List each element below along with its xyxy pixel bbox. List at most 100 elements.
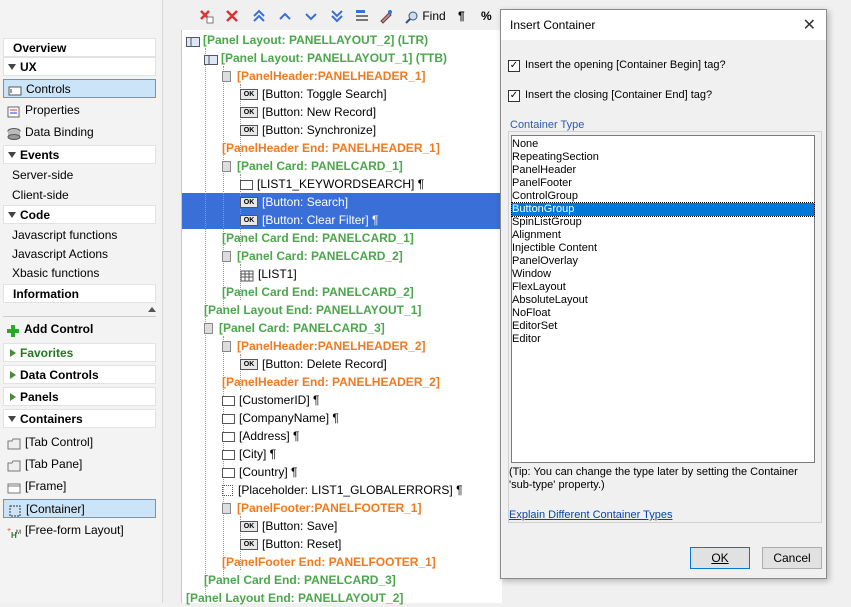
sidebar-item-server-side[interactable]: Server-side [3,166,156,185]
layout-tree[interactable]: [Panel Layout: PANELLAYOUT_2] (LTR) [Pane… [181,30,502,605]
container-type-option[interactable]: SpinListGroup [512,216,814,229]
tree-row[interactable]: [City] ¶ [222,445,276,463]
tree-row[interactable]: [Panel Card: PANELCARD_3] [204,319,385,337]
sidebar-item-client-side[interactable]: Client-side [3,186,156,205]
move-top-icon[interactable] [252,8,266,24]
container-type-option[interactable]: ControlGroup [512,190,814,203]
percent-button[interactable]: % [481,8,492,24]
cancel-button[interactable]: Cancel [762,547,822,569]
container-type-option[interactable]: PanelOverlay [512,255,814,268]
container-type-option[interactable]: EditorSet [512,320,814,333]
container-type-option[interactable]: Window [512,268,814,281]
sidebar-item-js-actions[interactable]: Javascript Actions [3,245,156,264]
tree-row[interactable]: [PanelHeader:PANELHEADER_1] [222,67,426,85]
edit-icon[interactable] [378,8,394,24]
container-type-option[interactable]: Editor [512,333,814,346]
section-events[interactable]: Events [3,145,156,164]
sidebar-item-properties[interactable]: Properties [3,101,156,120]
container-type-option[interactable]: None [512,138,814,151]
close-icon[interactable]: ✕ [803,15,816,35]
scroll-up-icon[interactable] [148,307,156,312]
find-button[interactable]: Find [405,8,446,24]
sidebar-item-js-functions[interactable]: Javascript functions [3,226,156,245]
sidebar-item-controls[interactable]: Controls [3,79,156,98]
sidebar-item-tab-control[interactable]: [Tab Control] [3,433,156,452]
tree-row[interactable]: OK [Button: Reset] [240,535,341,553]
container-type-option[interactable]: Alignment [512,229,814,242]
tree-row[interactable]: [LIST1] [240,265,297,283]
tree-row[interactable]: OK [Button: Toggle Search] [240,85,387,103]
container-type-option[interactable]: RepeatingSection [512,151,814,164]
tree-row[interactable]: [Panel Layout: PANELLAYOUT_2] (LTR) [186,31,428,49]
tree-row[interactable]: [Panel Card End: PANELCARD_3] [204,571,396,589]
sidebar-item-free-form-layout[interactable]: + H M [Free-form Layout] [3,521,156,540]
section-ux[interactable]: UX [3,57,156,76]
container-type-option[interactable]: FlexLayout [512,281,814,294]
tree-row[interactable]: [PanelHeader:PANELHEADER_2] [222,337,426,355]
tree-row[interactable]: [Country] ¶ [222,463,297,481]
container-type-option[interactable]: PanelFooter [512,177,814,190]
list-icon[interactable] [354,8,370,24]
tree-row[interactable]: [PanelFooter End: PANELFOOTER_1] [222,553,436,571]
tree-row[interactable]: [PanelHeader End: PANELHEADER_1] [222,139,440,157]
tree-row[interactable]: [CompanyName] ¶ [222,409,339,427]
move-up-icon[interactable] [278,8,292,24]
tree-row[interactable]: [LIST1_KEYWORDSEARCH] ¶ [240,175,424,193]
section-favorites[interactable]: Favorites [3,343,156,362]
container-type-option[interactable]: PanelHeader [512,164,814,177]
chk-close-tag[interactable]: ✓ [508,90,520,102]
sidebar-item-data-binding[interactable]: Data Binding [3,123,156,142]
tree-row[interactable]: [Panel Card End: PANELCARD_2] [222,283,414,301]
container-type-option[interactable]: NoFloat [512,307,814,320]
sidebar-item-frame[interactable]: [Frame] [3,477,156,496]
move-bottom-icon[interactable] [330,8,344,24]
container-type-list[interactable]: None RepeatingSection PanelHeader PanelFoot… [511,135,815,463]
sidebar-item-tab-pane[interactable]: [Tab Pane] [3,455,156,474]
tree-row[interactable]: OK [Button: Save] [240,517,337,535]
tree-row[interactable]: OK [Button: New Record] [240,103,376,121]
sidebar: Overview UX Controls Properties Data Bin… [0,0,163,603]
sidebar-item-xbasic-functions[interactable]: Xbasic functions [3,264,156,283]
container-type-option[interactable]: AbsoluteLayout [512,294,814,307]
button-icon: OK [240,89,258,101]
tree-row[interactable]: OK [Button: Clear Filter] ¶ [240,211,378,229]
add-control-header[interactable]: Add Control [3,320,156,339]
section-data-controls[interactable]: Data Controls [3,365,156,384]
tree-row[interactable]: [PanelHeader End: PANELHEADER_2] [222,373,440,391]
section-panels[interactable]: Panels [3,387,156,406]
tree-row-label: [Panel Card: PANELCARD_2] [237,249,403,263]
tree-row-label: [Panel Card: PANELCARD_3] [219,321,385,335]
section-containers[interactable]: Containers [3,409,156,428]
tree-row[interactable]: [Placeholder: LIST1_GLOBALERRORS] ¶ [222,481,463,499]
section-code[interactable]: Code [3,205,156,224]
pilcrow-button[interactable]: ¶ [458,8,465,24]
tree-row[interactable]: OK [Button: Synchronize] [240,121,376,139]
container-type-option[interactable]: ButtonGroup [511,202,815,217]
chk-open-tag[interactable]: ✓ [508,60,520,72]
section-overview[interactable]: Overview [3,38,156,57]
ok-button[interactable]: OK [690,547,750,569]
panel-icon [222,341,231,353]
field-icon [240,179,253,190]
tree-row[interactable]: OK [Button: Search] [240,193,348,211]
tree-row-label: [Button: New Record] [262,105,377,119]
tree-row[interactable]: [Panel Layout: PANELLAYOUT_1] (TTB) [204,49,447,67]
sidebar-item-container[interactable]: [Container] [3,499,156,518]
tree-row[interactable]: [Panel Card: PANELCARD_2] [222,247,403,265]
tree-row[interactable]: [PanelFooter:PANELFOOTER_1] [222,499,421,517]
tree-row[interactable]: [Address] ¶ [222,427,299,445]
delete-icon[interactable] [224,8,240,24]
tree-row[interactable]: [Panel Layout End: PANELLAYOUT_2] [186,589,403,607]
button-icon: OK [240,539,258,551]
delete-all-icon[interactable] [198,8,214,24]
properties-icon [7,105,21,118]
tree-row[interactable]: [CustomerID] ¶ [222,391,319,409]
tree-row[interactable]: [Panel Card: PANELCARD_1] [222,157,403,175]
container-type-option[interactable]: Injectible Content [512,242,814,255]
tree-row[interactable]: OK [Button: Delete Record] [240,355,387,373]
tree-row[interactable]: [Panel Card End: PANELCARD_1] [222,229,414,247]
tree-row[interactable]: [Panel Layout End: PANELLAYOUT_1] [204,301,421,319]
section-information[interactable]: Information [3,284,156,303]
explain-types-link[interactable]: Explain Different Container Types [509,509,672,521]
move-down-icon[interactable] [304,8,318,24]
